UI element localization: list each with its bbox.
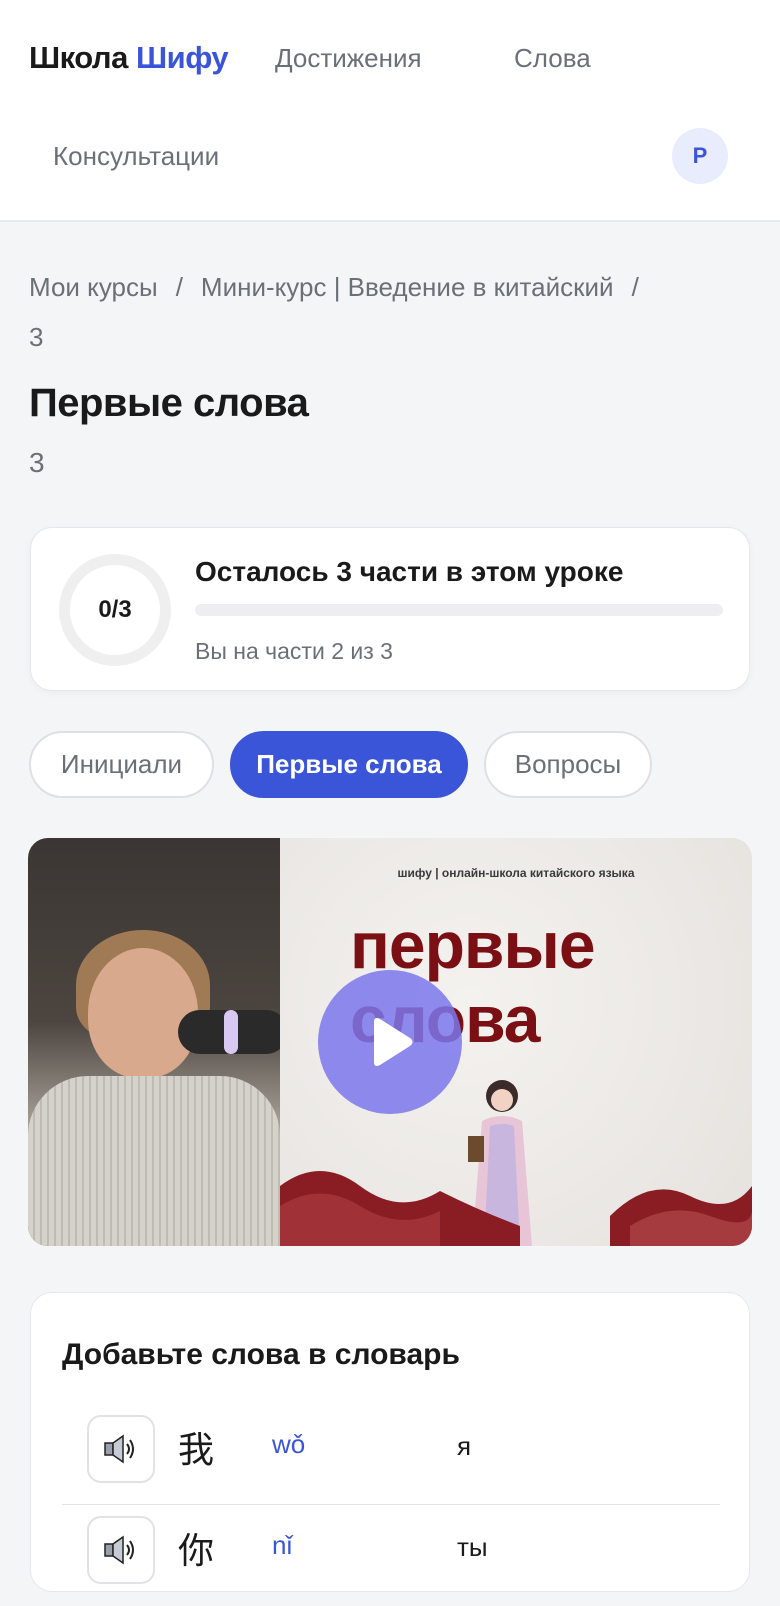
word-row: 我 wǒ я (62, 1405, 720, 1505)
play-button[interactable] (318, 970, 462, 1114)
tab-first-words[interactable]: Первые слова (230, 731, 468, 798)
presenter-body (28, 1076, 280, 1246)
speaker-icon (104, 1434, 134, 1464)
progress-subtitle: Вы на части 2 из 3 (195, 638, 393, 664)
words-card: Добавьте слова в словарь 我 wǒ я 你 nǐ ты (30, 1292, 750, 1592)
speaker-button[interactable] (87, 1516, 155, 1584)
slide-caption: шифу | онлайн-школа китайского языка (397, 866, 635, 880)
word-meaning: я (457, 1431, 472, 1461)
words-title: Добавьте слова в словарь (62, 1338, 460, 1371)
logo-accent: Шифу (135, 40, 229, 75)
word-hanzi: 我 (178, 1430, 215, 1471)
progress-ring: 0/3 (59, 554, 171, 666)
progress-title: Осталось 3 части в этом уроке (195, 556, 624, 587)
breadcrumb-separator: / (631, 272, 639, 302)
page-subtitle: 3 (29, 447, 45, 478)
play-icon (374, 1018, 413, 1066)
word-pinyin: nǐ (272, 1530, 293, 1560)
video-presenter-frame (28, 838, 288, 1246)
progress-card: 0/3 Осталось 3 части в этом уроке Вы на … (30, 527, 750, 691)
breadcrumb-current: 3 (29, 322, 44, 352)
nav-words[interactable]: Слова (514, 43, 591, 74)
word-row: 你 nǐ ты (62, 1506, 720, 1606)
logo[interactable]: Школа Шифу (29, 40, 229, 76)
top-header: Школа Шифу Достижения Слова Консультации… (0, 0, 780, 222)
tab-initials[interactable]: Инициали (29, 731, 214, 798)
page-title: Первые слова (29, 381, 309, 425)
tab-questions[interactable]: Вопросы (484, 731, 652, 798)
logo-text: Школа (29, 40, 128, 75)
breadcrumb-course[interactable]: Мини-курс | Введение в китайский (201, 272, 614, 302)
avatar[interactable]: Р (672, 128, 728, 184)
breadcrumb-separator: / (175, 272, 183, 302)
speaker-icon (104, 1535, 134, 1565)
word-pinyin: wǒ (272, 1429, 306, 1459)
breadcrumb: Мои курсы / Мини-курс | Введение в китайск… (29, 262, 759, 362)
word-meaning: ты (457, 1532, 488, 1562)
breadcrumb-my-courses[interactable]: Мои курсы (29, 272, 158, 302)
video-player[interactable]: шифу | онлайн-школа китайского языка пер… (28, 838, 752, 1246)
nav-consultations[interactable]: Консультации (53, 141, 219, 172)
presenter-face (88, 948, 198, 1078)
microphone-ring (224, 1010, 238, 1054)
wave-decoration (280, 1171, 752, 1246)
nav-achievements[interactable]: Достижения (275, 43, 422, 74)
progress-bar (195, 604, 723, 616)
word-hanzi: 你 (178, 1531, 215, 1572)
progress-counter: 0/3 (98, 596, 132, 623)
speaker-button[interactable] (87, 1415, 155, 1483)
